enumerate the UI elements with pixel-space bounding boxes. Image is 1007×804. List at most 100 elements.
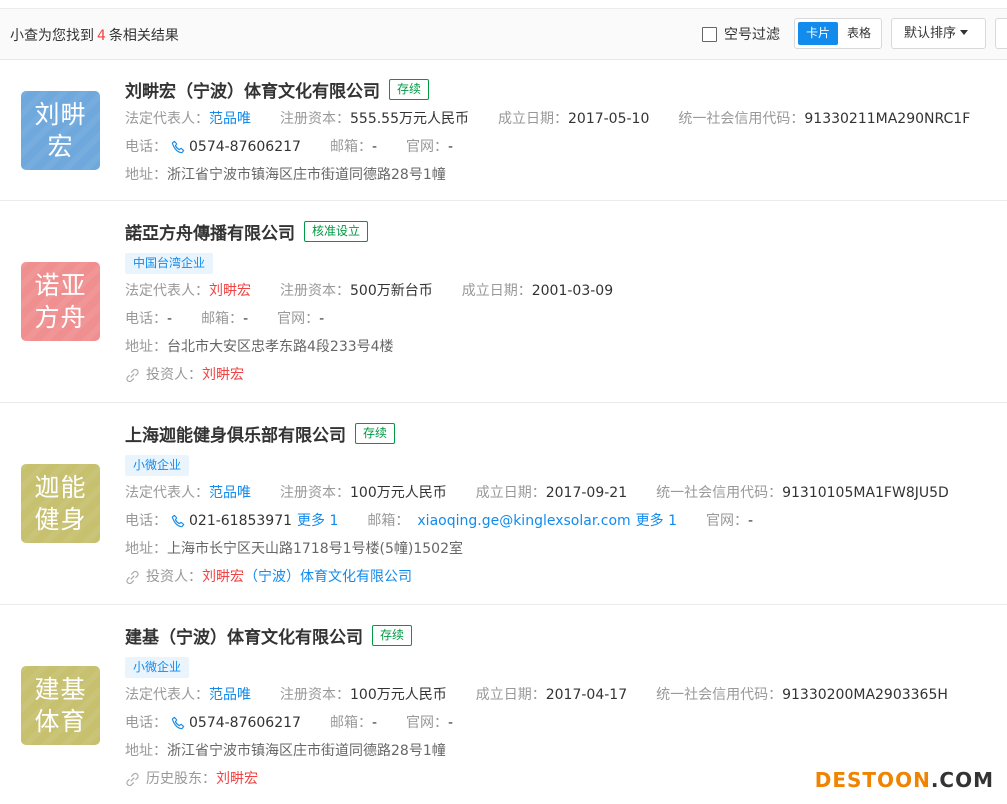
credit-code-value: 91330211MA290NRC1F bbox=[804, 111, 971, 127]
link-chain-icon bbox=[126, 772, 139, 786]
email-label: 邮箱： bbox=[329, 715, 372, 731]
company-name[interactable]: 建基（宁波）体育文化有限公司 bbox=[125, 623, 363, 648]
company-logo: 诺亚 方舟 bbox=[21, 262, 100, 341]
company-name[interactable]: 諾亞方舟傳播有限公司 bbox=[125, 219, 295, 244]
logo-text-line2: 健身 bbox=[34, 504, 87, 534]
founded-value: 2017-09-21 bbox=[545, 485, 628, 501]
founded-label: 成立日期： bbox=[461, 283, 532, 299]
phone-label: 电话： bbox=[125, 311, 167, 327]
phone-more-link[interactable]: 更多 1 bbox=[297, 507, 338, 535]
result-count-text: 小查为您找到 4 条相关结果 bbox=[10, 25, 179, 45]
address-value: 台北市大安区忠孝东路4段233号4楼 bbox=[167, 339, 394, 355]
company-tag: 小微企业 bbox=[125, 657, 190, 678]
investor-link[interactable]: 刘畊宏（宁波）体育文化有限公司 bbox=[202, 563, 412, 591]
email-value[interactable]: xiaoqing.ge@kinglexsolar.com bbox=[417, 507, 630, 535]
credit-code-value: 91310105MA1FW8JU5D bbox=[782, 485, 949, 501]
website-label: 官网： bbox=[706, 513, 749, 529]
legal-rep-link[interactable]: 范品唯 bbox=[209, 105, 251, 133]
watermark-domain: .COM bbox=[930, 768, 994, 792]
status-badge: 核准设立 bbox=[304, 220, 369, 242]
email-value: - bbox=[243, 311, 249, 327]
site-watermark: DESTOON.COM bbox=[815, 768, 994, 792]
email-label: 邮箱： bbox=[329, 139, 372, 155]
capital-value: 100万元人民币 bbox=[350, 687, 447, 703]
address-value: 浙江省宁波市镇海区庄市街道同德路28号1幢 bbox=[167, 743, 446, 759]
company-logo: 迦能 健身 bbox=[21, 464, 100, 543]
logo-text-line1: 诺亚 bbox=[34, 270, 87, 300]
result-card: 诺亚 方舟 諾亞方舟傳播有限公司 核准设立 中国台湾企业 法定代表人： 刘畊宏 注… bbox=[0, 201, 1007, 403]
empty-number-filter[interactable]: 空号过滤 bbox=[702, 24, 780, 44]
status-badge: 存续 bbox=[389, 78, 430, 100]
table-view-button[interactable]: 表格 bbox=[840, 22, 878, 45]
sort-dropdown[interactable]: 默认排序 bbox=[891, 18, 986, 49]
email-more-link[interactable]: 更多 1 bbox=[636, 507, 677, 535]
legal-rep-label: 法定代表人： bbox=[125, 283, 209, 299]
legal-rep-link[interactable]: 范品唯 bbox=[209, 681, 251, 709]
logo-text-line1: 刘畊 bbox=[34, 99, 87, 129]
legal-rep-label: 法定代表人： bbox=[125, 687, 209, 703]
history-shareholder-link[interactable]: 刘畊宏 bbox=[216, 765, 258, 793]
phone-value: - bbox=[167, 311, 173, 327]
website-value: - bbox=[748, 513, 754, 529]
result-prefix: 小查为您找到 bbox=[10, 28, 94, 44]
toolbar-extra-button[interactable] bbox=[995, 18, 1007, 49]
investor-label: 投资人： bbox=[146, 569, 202, 585]
legal-rep-link[interactable]: 刘畊宏 bbox=[209, 277, 251, 305]
phone-value[interactable]: 0574-87606217 bbox=[189, 709, 301, 737]
email-label: 邮箱： bbox=[367, 513, 410, 529]
company-info: 上海迦能健身俱乐部有限公司 存续 小微企业 法定代表人： 范品唯 注册资本： 100… bbox=[125, 421, 997, 591]
company-tag: 小微企业 bbox=[125, 455, 190, 476]
founded-label: 成立日期： bbox=[498, 111, 568, 127]
capital-label: 注册资本： bbox=[280, 111, 350, 127]
address-label: 地址： bbox=[125, 743, 167, 759]
company-name-rest: （宁波）体育文化有限公司 bbox=[176, 81, 380, 102]
founded-value: 2001-03-09 bbox=[531, 283, 614, 299]
logo-text-line1: 迦能 bbox=[34, 472, 87, 502]
link-chain-icon bbox=[126, 570, 139, 584]
address-value: 上海市长宁区天山路1718号1号楼(5幢)1502室 bbox=[167, 541, 463, 557]
company-info: 諾亞方舟傳播有限公司 核准设立 中国台湾企业 法定代表人： 刘畊宏 注册资本： 50… bbox=[125, 219, 997, 389]
capital-value: 100万元人民币 bbox=[350, 485, 447, 501]
empty-filter-checkbox[interactable] bbox=[702, 26, 717, 42]
status-badge: 存续 bbox=[372, 624, 413, 646]
result-count-number: 4 bbox=[97, 28, 106, 44]
email-value: - bbox=[371, 139, 378, 155]
history-shareholder-label: 历史股东： bbox=[146, 771, 216, 787]
website-value: - bbox=[448, 715, 454, 731]
address-label: 地址： bbox=[125, 541, 167, 557]
phone-label: 电话： bbox=[125, 513, 167, 529]
website-label: 官网： bbox=[277, 311, 320, 327]
capital-label: 注册资本： bbox=[280, 283, 350, 299]
company-name[interactable]: 上海迦能健身俱乐部有限公司 bbox=[125, 421, 346, 446]
founded-label: 成立日期： bbox=[475, 687, 546, 703]
address-value: 浙江省宁波市镇海区庄市街道同德路28号1幢 bbox=[167, 167, 446, 183]
investor-highlight: 刘畊宏 bbox=[202, 569, 244, 585]
website-label: 官网： bbox=[406, 139, 449, 155]
phone-label: 电话： bbox=[125, 139, 167, 155]
legal-rep-label: 法定代表人： bbox=[125, 485, 209, 501]
legal-rep-link[interactable]: 范品唯 bbox=[209, 479, 251, 507]
card-view-button[interactable]: 卡片 bbox=[798, 22, 838, 45]
company-logo: 刘畊 宏 bbox=[21, 91, 100, 170]
phone-icon bbox=[171, 514, 185, 528]
phone-icon bbox=[171, 140, 185, 154]
status-badge: 存续 bbox=[355, 422, 396, 444]
results-toolbar: 小查为您找到 4 条相关结果 空号过滤 卡片 表格 默认排序 bbox=[0, 8, 1007, 60]
founded-value: 2017-04-17 bbox=[545, 687, 628, 703]
investor-rest: （宁波）体育文化有限公司 bbox=[244, 569, 412, 585]
credit-code-value: 91330200MA2903365H bbox=[782, 687, 948, 703]
company-info: 刘畊宏（宁波）体育文化有限公司 存续 法定代表人： 范品唯 注册资本： 555.55… bbox=[125, 77, 997, 189]
capital-value: 555.55万元人民币 bbox=[350, 111, 469, 127]
view-mode-toggle: 卡片 表格 bbox=[794, 18, 882, 49]
company-name-highlight: 刘畊宏 bbox=[125, 81, 176, 102]
founded-value: 2017-05-10 bbox=[568, 111, 650, 127]
logo-text-line2: 体育 bbox=[34, 706, 87, 736]
logo-text-line1: 建基 bbox=[34, 674, 87, 704]
investor-link[interactable]: 刘畊宏 bbox=[202, 361, 244, 389]
founded-label: 成立日期： bbox=[475, 485, 546, 501]
company-name[interactable]: 刘畊宏（宁波）体育文化有限公司 bbox=[125, 77, 380, 102]
phone-value[interactable]: 021-61853971 bbox=[189, 507, 292, 535]
phone-value[interactable]: 0574-87606217 bbox=[189, 133, 301, 161]
address-label: 地址： bbox=[125, 339, 167, 355]
link-chain-icon bbox=[126, 368, 139, 382]
